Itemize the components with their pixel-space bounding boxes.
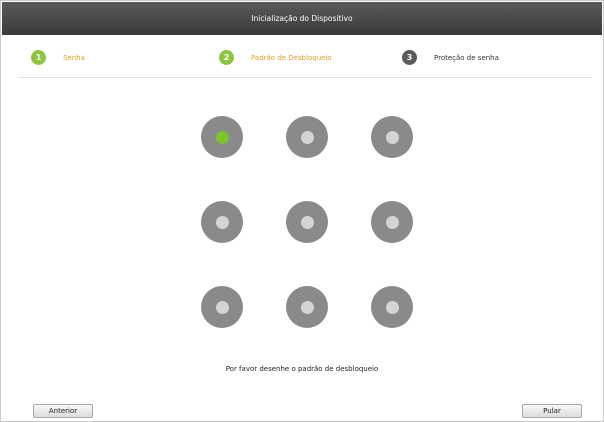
window-title: Inicialização do Dispositivo [251,14,353,23]
pattern-dot-5[interactable] [286,201,328,243]
step-protecao-senha: 3 Proteção de senha [402,50,499,65]
step-3-number-icon: 3 [402,50,417,65]
step-senha: 1 Senha [31,50,85,65]
pattern-dot-7[interactable] [201,286,243,328]
pattern-dot-6[interactable] [371,201,413,243]
pattern-dot-center [385,130,399,144]
step-2-number-icon: 2 [219,50,234,65]
step-indicator: 1 Senha 2 Padrão de Desbloqueio 3 Proteç… [2,35,602,77]
pattern-dot-center [215,130,229,144]
pattern-dot-2[interactable] [286,116,328,158]
pattern-dot-center [300,300,314,314]
pattern-dot-center [215,215,229,229]
pattern-dot-center [215,300,229,314]
pattern-dot-center [300,215,314,229]
step-divider [18,77,592,78]
pattern-dot-center [300,130,314,144]
step-3-label: Proteção de senha [434,53,499,62]
pattern-hint: Por favor desenhe o padrão de desbloquei… [225,365,379,373]
step-1-label: Senha [63,53,85,62]
title-bar: Inicialização do Dispositivo [2,2,602,35]
skip-button[interactable]: Pular [522,404,582,418]
pattern-dot-center [385,215,399,229]
pattern-dot-center [385,300,399,314]
pattern-dot-1[interactable] [201,116,243,158]
step-2-label: Padrão de Desbloqueio [251,53,332,62]
pattern-dot-3[interactable] [371,116,413,158]
pattern-dot-9[interactable] [371,286,413,328]
step-padrao-desbloqueio: 2 Padrão de Desbloqueio [219,50,332,65]
pattern-dot-4[interactable] [201,201,243,243]
step-1-number-icon: 1 [31,50,46,65]
pattern-dot-8[interactable] [286,286,328,328]
previous-button[interactable]: Anterior [33,404,93,418]
